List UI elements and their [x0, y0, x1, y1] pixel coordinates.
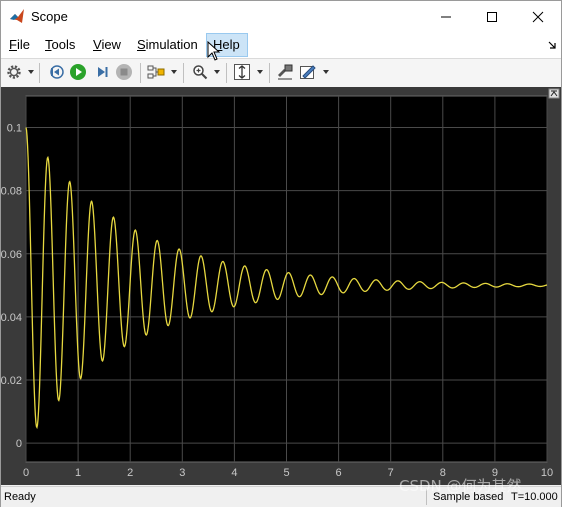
zoom-dropdown-icon[interactable]: [214, 70, 220, 74]
y-tick-label: 0: [16, 438, 22, 450]
style-button[interactable]: [299, 63, 317, 81]
title-bar[interactable]: Scope: [1, 1, 561, 32]
zoom-button[interactable]: [191, 63, 209, 81]
gear-icon: [7, 65, 21, 79]
toolbar-separator: [269, 63, 270, 83]
x-tick-label: 10: [541, 467, 553, 479]
stop-icon: [116, 64, 132, 80]
close-button[interactable]: [515, 1, 561, 32]
minimize-button[interactable]: [423, 1, 469, 32]
step-forward-button[interactable]: [93, 63, 111, 81]
toolbar: [1, 58, 561, 88]
highlight-block-button[interactable]: [276, 63, 294, 81]
zoom-icon: [193, 65, 208, 80]
y-tick-label: 0.04: [1, 312, 22, 324]
x-tick-label: 6: [336, 467, 342, 479]
style-icon: [300, 65, 316, 79]
step-back-icon: [50, 65, 64, 79]
menu-view[interactable]: View: [93, 37, 121, 52]
signal-selector-button[interactable]: [147, 63, 165, 81]
autoscale-button[interactable]: [233, 63, 251, 81]
signal-selector-dropdown-icon[interactable]: [171, 70, 177, 74]
window-title: Scope: [31, 9, 68, 24]
scope-window: Scope File Tools View Simulation Help 0 …: [0, 0, 562, 507]
toolbar-separator: [226, 63, 227, 83]
maximize-icon: [487, 11, 497, 22]
run-icon: [70, 64, 86, 80]
y-tick-label: 0.06: [1, 249, 22, 261]
step-forward-icon: [98, 67, 108, 77]
autoscale-dropdown-icon[interactable]: [257, 70, 263, 74]
expand-axes-button[interactable]: [548, 88, 560, 99]
mouse-cursor-icon: [207, 41, 221, 61]
x-tick-label: 1: [75, 467, 81, 479]
run-button[interactable]: [69, 63, 87, 81]
scope-plot[interactable]: 0 1 2 3 4 5 6 7 8 9 10 00.020.040.060.080.1: [1, 87, 561, 485]
x-tick-label: 3: [179, 467, 185, 479]
status-ready: Ready: [4, 491, 36, 503]
menu-simulation[interactable]: Simulation: [137, 37, 198, 52]
plot-area: 0 1 2 3 4 5 6 7 8 9 10 0 0.02 0.04 0.06 0.08 0.1: [1, 87, 561, 485]
menu-tools[interactable]: Tools: [45, 37, 75, 52]
style-dropdown-icon[interactable]: [323, 70, 329, 74]
x-tick-label: 4: [231, 467, 237, 479]
y-tick-label: 0.02: [1, 375, 22, 387]
x-tick-label: 2: [127, 467, 133, 479]
x-tick-label: 5: [283, 467, 289, 479]
autoscale-icon: [234, 64, 250, 80]
settings-button[interactable]: [5, 63, 23, 81]
y-tick-labels: 0 0.02 0.04 0.06 0.08 0.1: [1, 123, 22, 451]
step-back-button[interactable]: [47, 63, 65, 81]
y-tick-label: 0.1: [7, 123, 22, 135]
stop-button[interactable]: [115, 63, 133, 81]
undock-arrow-icon[interactable]: [547, 40, 557, 50]
menu-file[interactable]: File: [9, 37, 30, 52]
signal-selector-icon: [147, 65, 165, 79]
minimize-icon: [441, 16, 451, 17]
menu-bar: File Tools View Simulation Help: [1, 32, 561, 58]
settings-dropdown-icon[interactable]: [28, 70, 34, 74]
watermark: CSDN @何为其然: [399, 477, 522, 495]
highlight-block-icon: [278, 64, 293, 80]
matlab-icon: [10, 9, 24, 23]
y-tick-label: 0.08: [1, 186, 22, 198]
maximize-button[interactable]: [469, 1, 515, 32]
toolbar-separator: [140, 63, 141, 83]
toolbar-separator: [183, 63, 184, 83]
x-tick-label: 0: [23, 467, 29, 479]
close-icon: [532, 11, 544, 22]
x-tick-label: 7: [388, 467, 394, 479]
toolbar-separator: [39, 63, 40, 83]
